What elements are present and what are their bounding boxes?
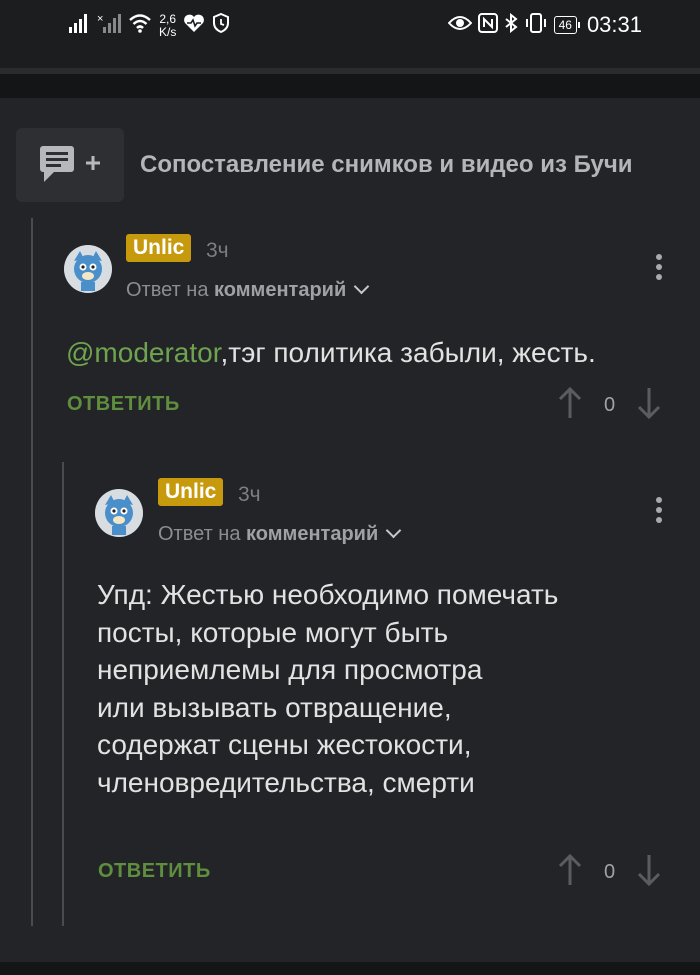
chevron-down-icon bbox=[353, 278, 370, 295]
heart-rate-icon bbox=[183, 13, 205, 38]
user-mention[interactable]: @moderator bbox=[66, 337, 221, 368]
svg-text:×: × bbox=[97, 13, 103, 25]
network-speed: 2,6 K/s bbox=[159, 11, 177, 39]
thread-line-level-2 bbox=[62, 462, 64, 926]
comment-time: 3ч bbox=[206, 239, 229, 262]
reply-to-prefix: Ответ на bbox=[126, 279, 209, 301]
upvote-icon[interactable] bbox=[558, 853, 582, 892]
comment-text: Упд: Жестью необходимо помечать посты, к… bbox=[97, 576, 558, 801]
downvote-icon[interactable] bbox=[637, 853, 661, 892]
bottom-gap bbox=[0, 962, 700, 975]
network-speed-unit: K/s bbox=[159, 24, 177, 39]
more-options-icon[interactable] bbox=[656, 254, 662, 284]
upvote-icon[interactable] bbox=[558, 386, 582, 425]
comment-text-line: неприемлемы для просмотра bbox=[97, 654, 483, 685]
vote-controls: 0 bbox=[558, 853, 661, 892]
vote-controls: 0 bbox=[558, 386, 661, 425]
signal-no-sim-icon: × bbox=[97, 12, 121, 39]
post-header: Сопоставление снимков и видео из Бучи bbox=[16, 128, 633, 202]
reply-to-prefix: Ответ на bbox=[158, 523, 241, 545]
clock: 03:31 bbox=[586, 12, 642, 37]
nfc-icon bbox=[477, 12, 498, 38]
chevron-down-icon bbox=[385, 522, 402, 539]
vote-count: 0 bbox=[604, 394, 616, 416]
thread-line-level-1 bbox=[31, 218, 33, 926]
comment-text-line: членовредительства, смерти bbox=[97, 766, 475, 798]
comment-text-line: Упд: Жестью необходимо помечать bbox=[97, 579, 559, 610]
add-comment-button[interactable] bbox=[16, 128, 124, 202]
author-name[interactable]: Unlic bbox=[126, 234, 192, 262]
battery-indicator: 46 bbox=[553, 16, 581, 34]
network-speed-value: 2,6 bbox=[159, 11, 177, 26]
avatar[interactable] bbox=[64, 245, 112, 293]
avatar[interactable] bbox=[95, 489, 143, 537]
comment-text-body: ,тэг политика забыли, жесть. bbox=[220, 337, 596, 368]
reply-to-link[interactable]: Ответ на комментарий bbox=[158, 522, 402, 546]
vibrate-icon bbox=[524, 12, 548, 38]
bluetooth-icon bbox=[504, 12, 518, 38]
signal-icon bbox=[68, 12, 90, 39]
downvote-icon[interactable] bbox=[637, 386, 661, 425]
comment-text-line: или вызывать отвращение, bbox=[97, 691, 452, 723]
reply-to-link[interactable]: Ответ на комментарий bbox=[126, 278, 370, 302]
eye-icon bbox=[447, 14, 472, 37]
vote-count: 0 bbox=[604, 861, 616, 883]
wifi-icon bbox=[128, 13, 152, 38]
reply-button[interactable]: ОТВЕТИТЬ bbox=[98, 860, 211, 883]
post-title[interactable]: Сопоставление снимков и видео из Бучи bbox=[140, 151, 633, 179]
reply-button[interactable]: ОТВЕТИТЬ bbox=[67, 393, 180, 416]
comment-text-line: содержат сцены жестокости, bbox=[97, 729, 472, 760]
more-options-icon[interactable] bbox=[656, 497, 662, 527]
comment-text-line: посты, которые могут быть bbox=[97, 616, 449, 648]
section-gap bbox=[0, 74, 700, 98]
comment-time: 3ч bbox=[238, 483, 261, 506]
reply-to-target: комментарий bbox=[214, 279, 347, 301]
reply-to-target: комментарий bbox=[246, 523, 379, 545]
add-comment-icon bbox=[36, 141, 104, 190]
author-name[interactable]: Unlic bbox=[158, 478, 224, 506]
comment-text: @moderator,тэг политика забыли, жесть. bbox=[66, 334, 596, 372]
status-bar: × 2,6 K/s 46 03:31 bbox=[0, 0, 700, 68]
shield-icon bbox=[212, 12, 230, 38]
